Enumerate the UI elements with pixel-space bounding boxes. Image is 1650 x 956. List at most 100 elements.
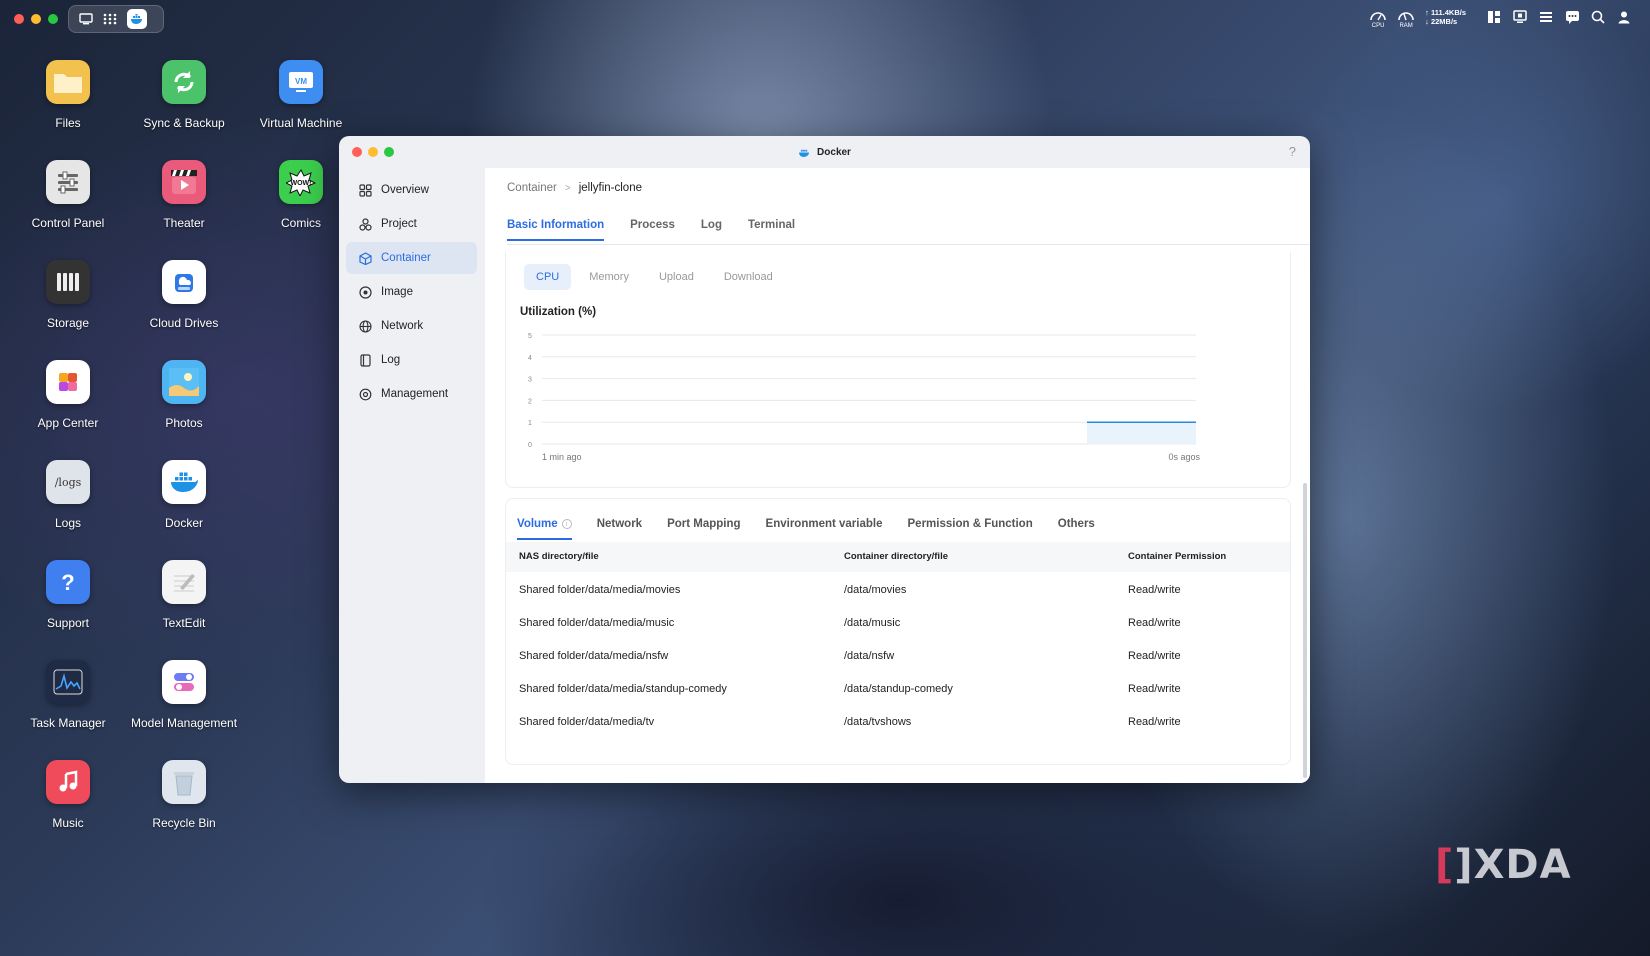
desktop-app-theater[interactable]: Theater bbox=[126, 160, 242, 230]
monitor-icon[interactable] bbox=[1512, 9, 1528, 25]
desktop-icon[interactable] bbox=[79, 13, 93, 25]
toggles-icon[interactable] bbox=[162, 660, 206, 704]
metric-tab-upload[interactable]: Upload bbox=[647, 264, 706, 290]
metric-tab-cpu[interactable]: CPU bbox=[524, 264, 572, 290]
metric-tab-download[interactable]: Download bbox=[712, 264, 785, 290]
docker-taskbar-icon[interactable] bbox=[127, 9, 147, 29]
scrollbar[interactable] bbox=[1303, 483, 1307, 778]
window-titlebar[interactable]: Docker ? bbox=[339, 136, 1310, 168]
help-button[interactable]: ? bbox=[1289, 144, 1296, 159]
table-row[interactable]: Shared folder/data/media/standup-comedy /… bbox=[506, 673, 1290, 706]
task-list-icon[interactable] bbox=[1538, 9, 1554, 25]
detail-tab-environment-variable[interactable]: Environment variable bbox=[766, 509, 883, 540]
detail-tab-port-mapping[interactable]: Port Mapping bbox=[667, 509, 740, 540]
cpu-gauge-icon[interactable]: CPU bbox=[1369, 8, 1387, 29]
header-container-permission: Container Permission bbox=[1128, 551, 1227, 562]
upload-speed: ↑ 111.4KB/s bbox=[1425, 8, 1466, 17]
vm-icon[interactable]: VM bbox=[279, 60, 323, 104]
minimize-dot[interactable] bbox=[31, 14, 41, 24]
desktop-app-cloud-drives[interactable]: Cloud Drives bbox=[126, 260, 242, 330]
system-tray: CPU RAM ↑ 111.4KB/s ↓ 22MB/s bbox=[1369, 8, 1632, 29]
clapper-icon[interactable] bbox=[162, 160, 206, 204]
container-path-cell: /data/movies bbox=[844, 584, 907, 596]
app-grid-icon[interactable] bbox=[46, 360, 90, 404]
permission-cell: Read/write bbox=[1128, 716, 1181, 728]
window-zoom-button[interactable] bbox=[384, 147, 394, 157]
breadcrumb-separator: > bbox=[564, 182, 571, 194]
detail-tab-permission-function[interactable]: Permission & Function bbox=[908, 509, 1033, 540]
desktop-app-photos[interactable]: Photos bbox=[126, 360, 242, 430]
sidebar-item-image[interactable]: Image bbox=[346, 276, 477, 308]
sidebar-item-management[interactable]: Management bbox=[346, 378, 477, 410]
sidebar-item-label: Image bbox=[381, 286, 413, 298]
sidebar-item-overview[interactable]: Overview bbox=[346, 174, 477, 206]
activity-icon[interactable] bbox=[46, 660, 90, 704]
help-icon[interactable]: ? bbox=[46, 560, 90, 604]
wow-icon[interactable]: WOW! bbox=[279, 160, 323, 204]
window-close-button[interactable] bbox=[352, 147, 362, 157]
desktop-app-recycle-bin[interactable]: Recycle Bin bbox=[126, 760, 242, 830]
breadcrumb: Container > jellyfin-clone bbox=[507, 182, 642, 194]
sidebar-item-container[interactable]: Container bbox=[346, 242, 477, 274]
nas-path-cell: Shared folder/data/media/movies bbox=[519, 584, 681, 596]
tab-basic-information[interactable]: Basic Information bbox=[507, 219, 605, 241]
widgets-icon[interactable] bbox=[1486, 9, 1502, 25]
app-grid-icon[interactable] bbox=[103, 13, 117, 25]
desktop-app-storage[interactable]: Storage bbox=[10, 260, 126, 330]
table-row[interactable]: Shared folder/data/media/music/data/musi… bbox=[506, 607, 1290, 640]
desktop-app-task-manager[interactable]: Task Manager bbox=[10, 660, 126, 730]
drives-icon[interactable] bbox=[46, 260, 90, 304]
folder-icon[interactable] bbox=[46, 60, 90, 104]
tab-process[interactable]: Process bbox=[630, 219, 675, 241]
trash-icon[interactable] bbox=[162, 760, 206, 804]
zoom-dot[interactable] bbox=[48, 14, 58, 24]
desktop-app-music[interactable]: Music bbox=[10, 760, 126, 830]
desktop-app-files[interactable]: Files bbox=[10, 60, 126, 130]
tab-log[interactable]: Log bbox=[701, 219, 722, 241]
music-note-icon[interactable] bbox=[46, 760, 90, 804]
search-icon[interactable] bbox=[1590, 9, 1606, 25]
docker-icon[interactable] bbox=[162, 460, 206, 504]
textedit-icon[interactable] bbox=[162, 560, 206, 604]
table-row[interactable]: Shared folder/data/media/movies/data/mov… bbox=[506, 574, 1290, 607]
container-tabs: Basic Information Process Log Terminal bbox=[507, 219, 795, 241]
detail-tab-network[interactable]: Network bbox=[597, 509, 642, 540]
logs-icon[interactable]: /logs bbox=[46, 460, 90, 504]
svg-text:/logs: /logs bbox=[55, 476, 82, 489]
desktop-app-control-panel[interactable]: Control Panel bbox=[10, 160, 126, 230]
sidebar-item-log[interactable]: Log bbox=[346, 344, 477, 376]
chart-title: Utilization (%) bbox=[520, 306, 597, 318]
close-dot[interactable] bbox=[14, 14, 24, 24]
desktop-app-model-management[interactable]: Model Management bbox=[126, 660, 242, 730]
user-icon[interactable] bbox=[1616, 9, 1632, 25]
photos-icon[interactable] bbox=[162, 360, 206, 404]
cloud-drive-icon[interactable] bbox=[162, 260, 206, 304]
desktop-app-virtual-machine[interactable]: VM Virtual Machine bbox=[243, 60, 359, 130]
sync-icon[interactable] bbox=[162, 60, 206, 104]
metric-tab-memory[interactable]: Memory bbox=[577, 264, 641, 290]
sidebar-item-label: Log bbox=[381, 354, 401, 366]
sidebar-item-label: Project bbox=[381, 218, 417, 230]
info-icon[interactable]: i bbox=[561, 519, 572, 529]
window-minimize-button[interactable] bbox=[368, 147, 378, 157]
network-speed[interactable]: ↑ 111.4KB/s ↓ 22MB/s bbox=[1425, 8, 1466, 26]
desktop-app-textedit[interactable]: TextEdit bbox=[126, 560, 242, 630]
desktop-app-app-center[interactable]: App Center bbox=[10, 360, 126, 430]
desktop-app-support[interactable]: ? Support bbox=[10, 560, 126, 630]
sidebar-item-project[interactable]: Project bbox=[346, 208, 477, 240]
desktop-app-docker[interactable]: Docker bbox=[126, 460, 242, 530]
breadcrumb-parent[interactable]: Container bbox=[507, 182, 557, 194]
table-row[interactable]: Shared folder/data/media/tv/data/tvshows… bbox=[506, 706, 1290, 739]
detail-tab-others[interactable]: Others bbox=[1058, 509, 1095, 540]
sliders-icon[interactable] bbox=[46, 160, 90, 204]
messages-icon[interactable] bbox=[1564, 9, 1580, 25]
table-row[interactable]: Shared folder/data/media/nsfw/data/nsfw R… bbox=[506, 640, 1290, 673]
desktop-app-logs[interactable]: /logs Logs bbox=[10, 460, 126, 530]
tab-terminal[interactable]: Terminal bbox=[748, 219, 795, 241]
detail-tab-volume[interactable]: Volume i bbox=[517, 509, 572, 540]
ram-gauge-icon[interactable]: RAM bbox=[1397, 8, 1415, 29]
sidebar-item-network[interactable]: Network bbox=[346, 310, 477, 342]
y-tick-label: 1 bbox=[528, 420, 532, 427]
desktop-app-label: Recycle Bin bbox=[152, 816, 216, 830]
desktop-app-sync-backup[interactable]: Sync & Backup bbox=[126, 60, 242, 130]
